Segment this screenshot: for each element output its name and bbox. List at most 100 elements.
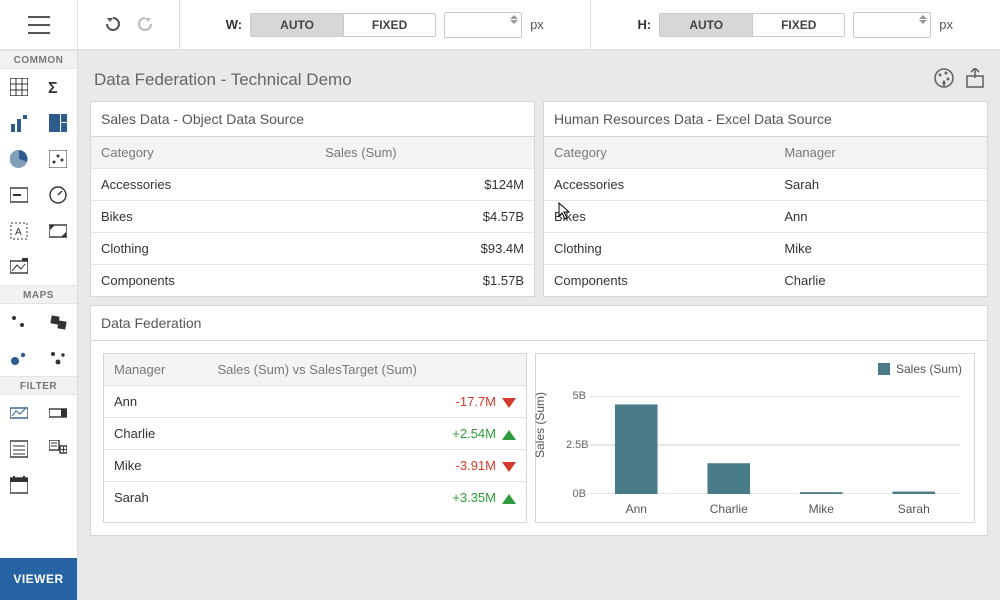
sales-col-category[interactable]: Category — [91, 137, 315, 169]
table-row[interactable]: Clothing$93.4M — [91, 233, 534, 265]
chart-x-tick: Mike — [775, 502, 868, 516]
export-button[interactable] — [966, 68, 984, 91]
range-filter-button[interactable] — [0, 395, 39, 431]
svg-text:Σ: Σ — [48, 80, 58, 96]
hamburger-menu-button[interactable] — [0, 0, 78, 49]
cell-delta: -3.91M — [208, 450, 527, 482]
table-row[interactable]: Sarah+3.35M — [104, 482, 526, 514]
table-row[interactable]: BikesAnn — [544, 201, 987, 233]
cell-delta: +2.54M — [208, 418, 527, 450]
page-title: Data Federation - Technical Demo — [94, 70, 352, 90]
table-row[interactable]: Bikes$4.57B — [91, 201, 534, 233]
date-filter-button[interactable] — [0, 467, 39, 503]
chart-x-tick: Ann — [590, 502, 683, 516]
cell-sales: $124M — [315, 169, 534, 201]
width-auto-button[interactable]: AUTO — [251, 14, 343, 36]
image-widget-button[interactable] — [0, 249, 39, 285]
cell-manager: Ann — [104, 386, 208, 418]
sidebar-section-maps: MAPS — [0, 285, 77, 304]
legend-label: Sales (Sum) — [896, 362, 962, 376]
choropleth-map-button[interactable] — [39, 304, 78, 340]
sales-table: Category Sales (Sum) Accessories$124MBik… — [91, 137, 534, 296]
table-row[interactable]: ClothingMike — [544, 233, 987, 265]
chart-x-tick: Sarah — [868, 502, 961, 516]
pivot-widget-button[interactable]: Σ — [39, 69, 78, 105]
trend-up-icon — [502, 430, 516, 440]
combo-box-filter-button[interactable] — [39, 395, 78, 431]
cell-category: Components — [91, 265, 315, 297]
history-group — [78, 0, 180, 49]
trend-up-icon — [502, 494, 516, 504]
cell-manager: Sarah — [104, 482, 208, 514]
trend-dn-icon — [502, 462, 516, 472]
hr-data-panel[interactable]: Human Resources Data - Excel Data Source… — [543, 101, 988, 297]
treemap-widget-button[interactable] — [39, 105, 78, 141]
fed-col-manager[interactable]: Manager — [104, 354, 208, 386]
chart-widget-button[interactable] — [0, 105, 39, 141]
pie-map-button[interactable] — [39, 340, 78, 376]
chart-y-tick: 5B — [566, 390, 586, 402]
card-widget-button[interactable] — [0, 177, 39, 213]
fed-col-delta[interactable]: Sales (Sum) vs SalesTarget (Sum) — [208, 354, 527, 386]
table-row[interactable]: Charlie+2.54M — [104, 418, 526, 450]
hr-col-category[interactable]: Category — [544, 137, 774, 169]
sales-col-sales[interactable]: Sales (Sum) — [315, 137, 534, 169]
palette-icon — [934, 68, 954, 88]
federation-panel[interactable]: Data Federation Manager Sales (Sum) vs S… — [90, 305, 988, 536]
text-widget-button[interactable]: A — [0, 213, 39, 249]
chart-x-tick: Charlie — [683, 502, 776, 516]
table-row[interactable]: Mike-3.91M — [104, 450, 526, 482]
designer-canvas: Data Federation - Technical Demo Sales D… — [78, 50, 1000, 600]
federation-table: Manager Sales (Sum) vs SalesTarget (Sum)… — [104, 354, 526, 513]
bubble-map-button[interactable] — [0, 340, 39, 376]
table-row[interactable]: Accessories$124M — [91, 169, 534, 201]
bound-image-widget-button[interactable] — [39, 213, 78, 249]
export-icon — [966, 68, 984, 88]
table-row[interactable]: ComponentsCharlie — [544, 265, 987, 297]
cell-manager: Sarah — [774, 169, 987, 201]
width-fixed-button[interactable]: FIXED — [343, 14, 435, 36]
width-label: W: — [226, 17, 242, 32]
sidebar-section-filter: FILTER — [0, 376, 77, 395]
height-label: H: — [638, 17, 652, 32]
cell-manager: Charlie — [774, 265, 987, 297]
cell-category: Components — [544, 265, 774, 297]
table-row[interactable]: Ann-17.7M — [104, 386, 526, 418]
sales-data-panel[interactable]: Sales Data - Object Data Source Category… — [90, 101, 535, 297]
cell-category: Bikes — [91, 201, 315, 233]
theme-button[interactable] — [934, 68, 954, 91]
width-value-input[interactable] — [444, 12, 522, 38]
legend-swatch — [878, 363, 890, 375]
chart-y-tick: 2.5B — [566, 439, 586, 451]
grid-widget-button[interactable] — [0, 69, 39, 105]
geo-point-map-button[interactable] — [0, 304, 39, 340]
cell-sales: $93.4M — [315, 233, 534, 265]
undo-button[interactable] — [104, 15, 122, 34]
table-row[interactable]: AccessoriesSarah — [544, 169, 987, 201]
cell-category: Accessories — [91, 169, 315, 201]
pie-widget-button[interactable] — [0, 141, 39, 177]
scatter-widget-button[interactable] — [39, 141, 78, 177]
sidebar-section-common: COMMON — [0, 50, 77, 69]
cell-manager: Mike — [104, 450, 208, 482]
cell-category: Accessories — [544, 169, 774, 201]
table-row[interactable]: Components$1.57B — [91, 265, 534, 297]
hamburger-icon — [28, 16, 50, 34]
redo-button[interactable] — [136, 15, 154, 34]
cell-manager: Ann — [774, 201, 987, 233]
hr-col-manager[interactable]: Manager — [774, 137, 987, 169]
top-toolbar: W: AUTO FIXED px H: AUTO FIXED px — [0, 0, 1000, 50]
height-value-input[interactable] — [853, 12, 931, 38]
gauge-widget-button[interactable] — [39, 177, 78, 213]
cell-sales: $1.57B — [315, 265, 534, 297]
height-fixed-button[interactable]: FIXED — [752, 14, 844, 36]
chart-y-tick: 0B — [566, 488, 586, 500]
width-mode-toggle: AUTO FIXED — [250, 13, 436, 37]
viewer-mode-button[interactable]: VIEWER — [0, 558, 77, 600]
cell-category: Clothing — [91, 233, 315, 265]
height-auto-button[interactable]: AUTO — [660, 14, 752, 36]
federation-chart[interactable]: Sales (Sum) Sales (Sum) 0B2.5B5B AnnChar… — [535, 353, 975, 523]
list-box-filter-button[interactable] — [0, 431, 39, 467]
width-unit: px — [530, 17, 544, 32]
tree-view-filter-button[interactable] — [39, 431, 78, 467]
